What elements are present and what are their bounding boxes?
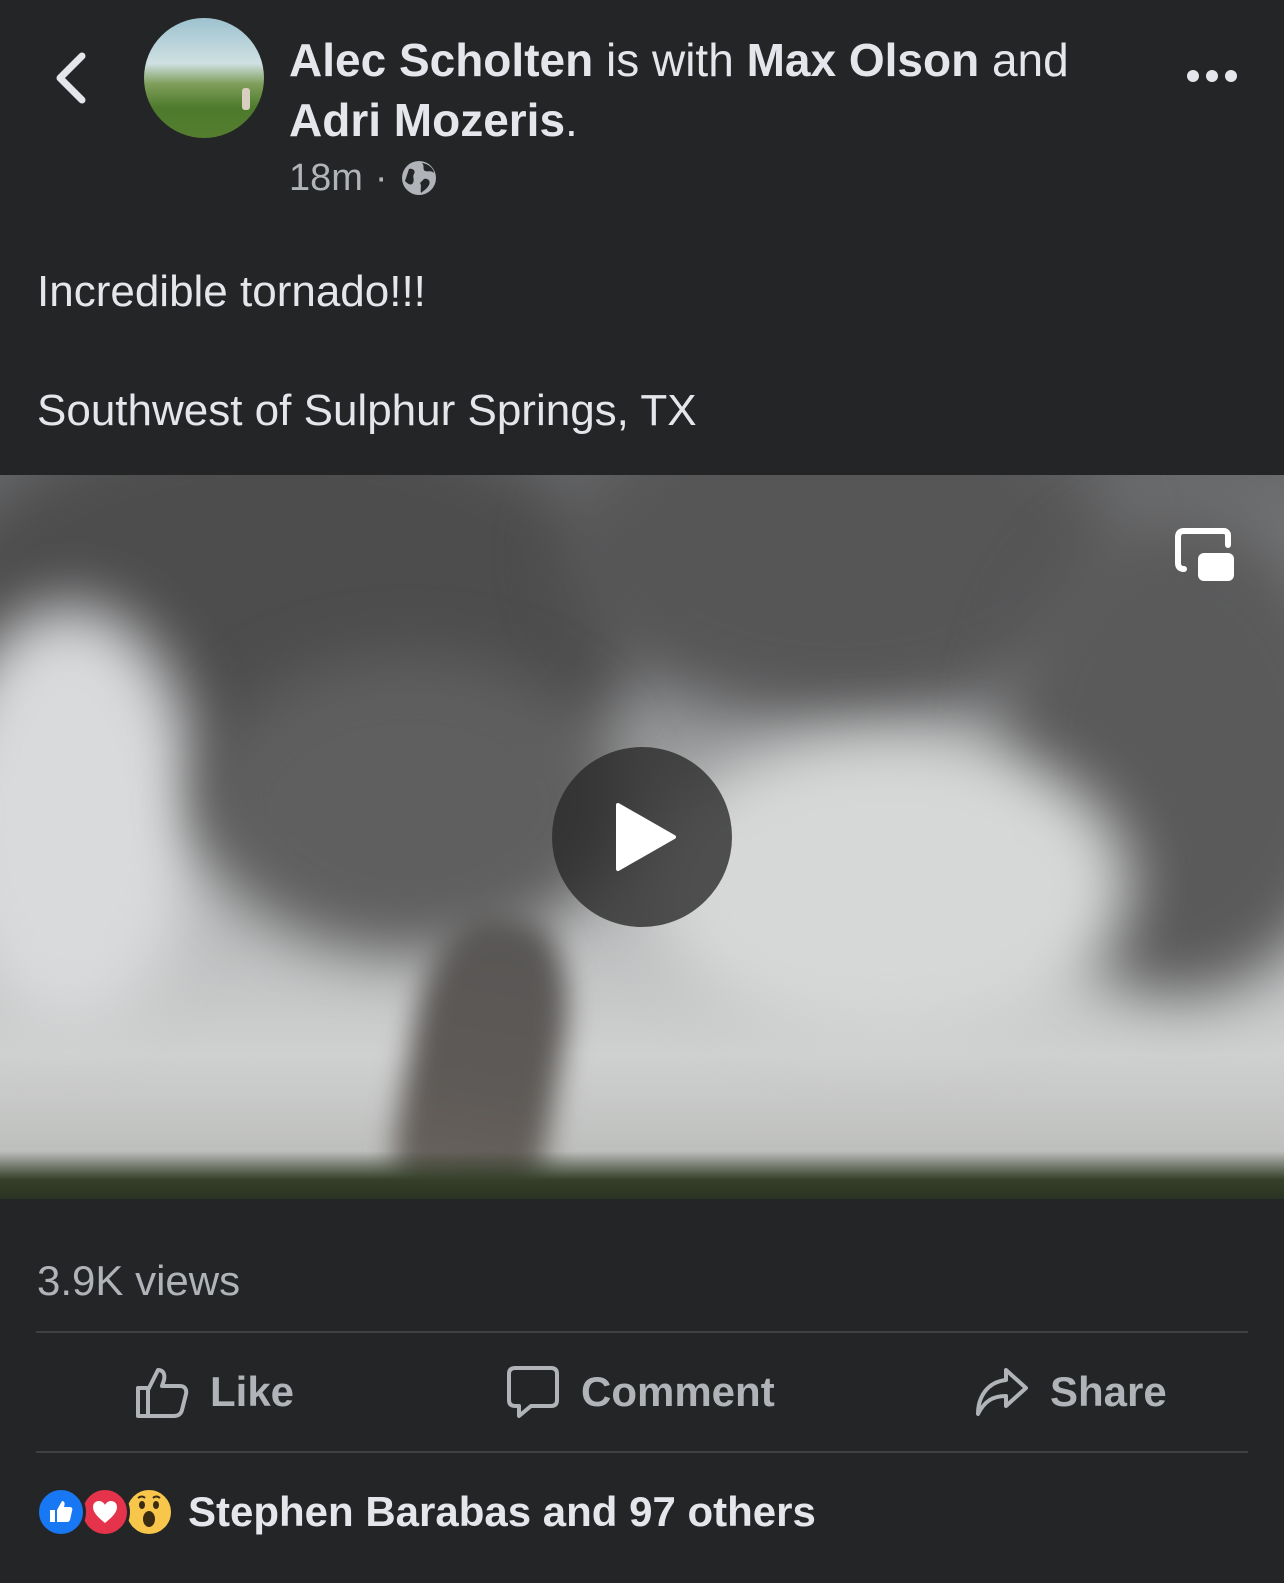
author-name[interactable]: Alec Scholten	[289, 34, 593, 86]
video-player[interactable]	[0, 475, 1284, 1199]
comment-button[interactable]: Comment	[505, 1332, 775, 1452]
thumbs-up-icon	[136, 1368, 189, 1418]
comment-icon	[507, 1366, 559, 1418]
avatar-figure	[242, 88, 250, 110]
back-button[interactable]	[46, 48, 98, 108]
chevron-left-icon	[56, 52, 86, 104]
share-button[interactable]: Share	[974, 1332, 1167, 1452]
more-options-button[interactable]	[1182, 56, 1242, 96]
share-icon	[976, 1368, 1028, 1416]
post-time[interactable]: 18m	[289, 157, 363, 200]
with-text: is with	[605, 34, 734, 86]
avatar[interactable]	[144, 18, 264, 138]
post-header: Alec Scholten is with Max Olson and Adri…	[0, 0, 1284, 230]
more-dot	[1225, 70, 1237, 82]
picture-in-picture-button[interactable]	[1174, 525, 1238, 585]
reactions-summary-text: Stephen Barabas and 97 others	[188, 1488, 816, 1535]
like-button[interactable]: Like	[134, 1332, 294, 1452]
globe-icon[interactable]	[400, 159, 438, 197]
action-bar: Like Comment Share	[36, 1332, 1248, 1452]
title-period: .	[565, 94, 578, 146]
love-reaction-icon	[80, 1487, 130, 1537]
video-treeline	[0, 1151, 1284, 1199]
share-label: Share	[1050, 1368, 1167, 1415]
tagged-user-2[interactable]: Adri Mozeris	[289, 94, 565, 146]
post-text-line: Incredible tornado!!!	[37, 267, 426, 316]
view-count: 3.9K views	[37, 1257, 241, 1304]
meta-separator: ·	[374, 156, 388, 199]
reactions-summary[interactable]: Stephen Barabas and 97 others	[36, 1484, 816, 1540]
tagged-user-1[interactable]: Max Olson	[747, 34, 980, 86]
post-title: Alec Scholten is with Max Olson and Adri…	[289, 30, 1129, 150]
post-meta: 18m ·	[289, 150, 438, 206]
and-text: and	[991, 34, 1069, 86]
post-location-line: Southwest of Sulphur Springs, TX	[37, 386, 697, 435]
play-icon	[616, 803, 676, 871]
post-body: Incredible tornado!!! Southwest of Sulph…	[37, 262, 1247, 441]
picture-in-picture-icon	[1175, 528, 1234, 581]
more-dot	[1206, 70, 1218, 82]
comment-label: Comment	[581, 1368, 775, 1415]
divider	[36, 1451, 1248, 1453]
play-button[interactable]	[552, 747, 732, 927]
like-reaction-icon	[36, 1487, 86, 1537]
video-cloud	[650, 735, 1130, 1035]
like-label: Like	[210, 1368, 295, 1415]
wow-reaction-icon	[124, 1487, 174, 1537]
more-dot	[1187, 70, 1199, 82]
